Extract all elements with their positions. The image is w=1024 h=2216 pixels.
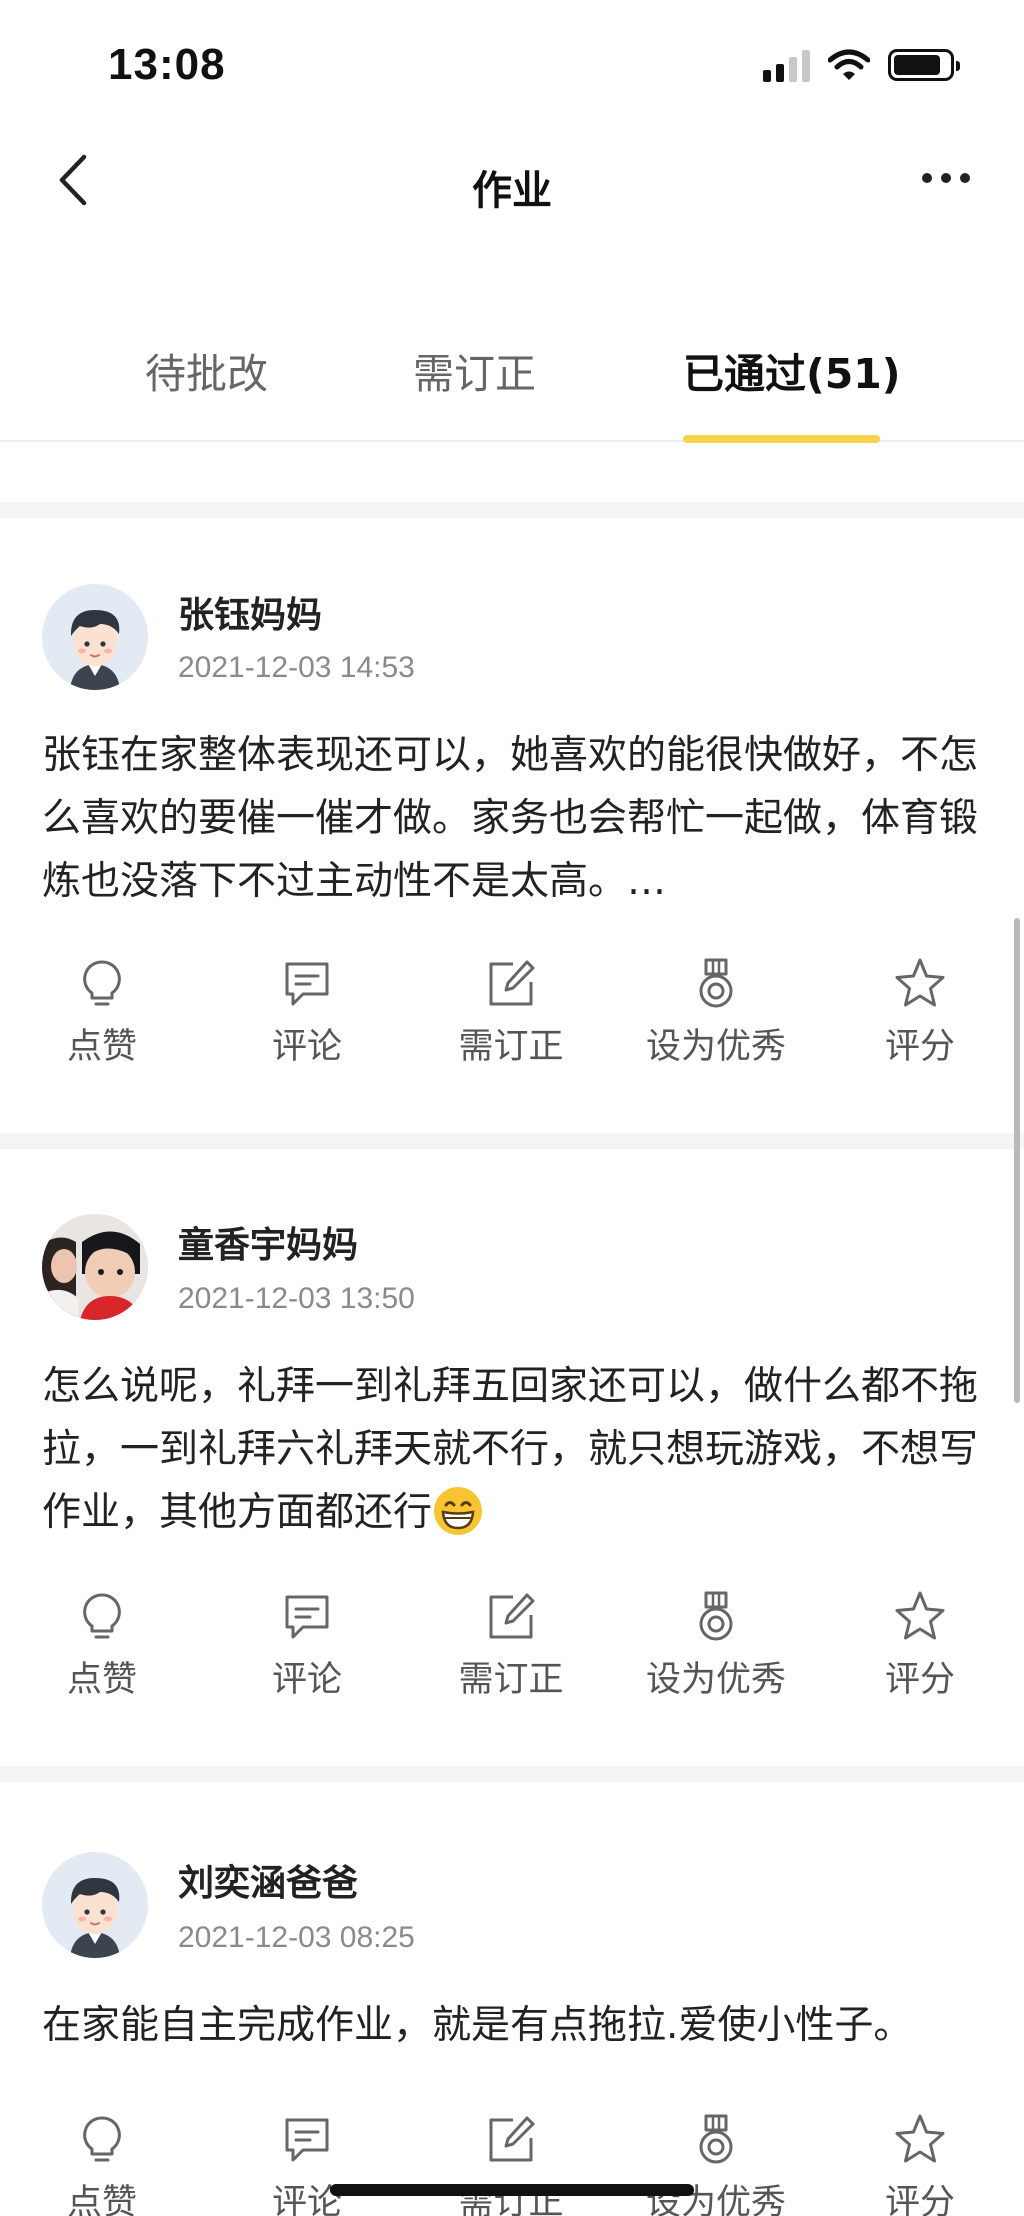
homework-post: 童香宇妈妈 2021-12-03 13:50 怎么说呢，礼拜一到礼拜五回家还可以… bbox=[0, 1149, 1024, 1763]
mark-excellent-button[interactable]: 设为优秀 bbox=[626, 1589, 806, 1702]
rate-button[interactable]: 评分 bbox=[830, 956, 1010, 1069]
like-button[interactable]: 点赞 bbox=[12, 2112, 192, 2216]
comment-icon bbox=[285, 1595, 329, 1639]
comment-label: 评论 bbox=[271, 1027, 342, 1067]
battery-icon bbox=[888, 49, 960, 81]
medal-icon bbox=[699, 2114, 733, 2164]
post-content[interactable]: 张钰在家整体表现还可以，她喜欢的能很快做好，不怎么喜欢的要催一催才做。家务也会帮… bbox=[42, 724, 992, 913]
default-avatar-icon bbox=[42, 584, 148, 690]
more-dots-icon bbox=[922, 173, 932, 183]
grinning-face-emoji-icon bbox=[434, 1487, 483, 1535]
needs-correction-button[interactable]: 需订正 bbox=[421, 1589, 601, 1702]
default-avatar-icon bbox=[42, 1852, 148, 1958]
tab-passed[interactable]: 已通过(51) bbox=[683, 340, 901, 440]
post-actions: 点赞 评论 需订正 设为优秀 评分 bbox=[0, 1589, 1024, 1709]
medal-icon bbox=[699, 1591, 733, 1641]
post-actions: 点赞 评论 需订正 设为优秀 评分 bbox=[0, 956, 1024, 1076]
wifi-icon bbox=[828, 49, 870, 80]
homework-post: 刘奕涵爸爸 2021-12-03 08:25 在家能自主完成作业，就是有点拖拉.… bbox=[0, 1782, 1024, 2216]
post-content[interactable]: 在家能自主完成作业，就是有点拖拉.爱使小性子。 bbox=[42, 1994, 992, 2057]
section-divider bbox=[0, 1133, 1024, 1149]
rate-button[interactable]: 评分 bbox=[830, 2112, 1010, 2216]
star-icon bbox=[895, 1591, 945, 1640]
mark-excellent-button[interactable]: 设为优秀 bbox=[626, 956, 806, 1069]
section-divider bbox=[0, 502, 1024, 518]
avatar[interactable] bbox=[42, 1214, 148, 1320]
status-time: 13:08 bbox=[108, 40, 226, 89]
star-icon bbox=[895, 2114, 945, 2163]
post-timestamp: 2021-12-03 13:50 bbox=[178, 1282, 415, 1315]
avatar[interactable] bbox=[42, 584, 148, 690]
edit-icon bbox=[489, 1593, 535, 1639]
comment-button[interactable]: 评论 bbox=[217, 2112, 397, 2216]
rate-label: 评分 bbox=[884, 1027, 955, 1067]
edit-icon bbox=[489, 960, 535, 1006]
comment-button[interactable]: 评论 bbox=[217, 1589, 397, 1702]
active-tab-indicator bbox=[683, 435, 880, 443]
more-dot bbox=[960, 173, 970, 183]
rate-button[interactable]: 评分 bbox=[830, 1589, 1010, 1702]
comment-icon bbox=[285, 2118, 329, 2162]
needs-correction-label: 需订正 bbox=[458, 1027, 564, 1067]
user-photo-avatar bbox=[42, 1214, 148, 1320]
like-button[interactable]: 点赞 bbox=[12, 956, 192, 1069]
needs-correction-label: 需订正 bbox=[458, 1660, 564, 1700]
comment-button[interactable]: 评论 bbox=[217, 956, 397, 1069]
author-name: 刘奕涵爸爸 bbox=[178, 1863, 359, 1904]
lightbulb-icon bbox=[83, 1593, 121, 1639]
medal-icon bbox=[699, 958, 733, 1008]
cellular-signal-icon bbox=[763, 48, 810, 82]
rate-label: 评分 bbox=[884, 2183, 955, 2216]
tab-pending-review[interactable]: 待批改 bbox=[145, 340, 268, 440]
homework-post: 张钰妈妈 2021-12-03 14:53 张钰在家整体表现还可以，她喜欢的能很… bbox=[0, 518, 1024, 1130]
lightbulb-icon bbox=[83, 2116, 121, 2162]
needs-correction-button[interactable]: 需订正 bbox=[421, 2112, 601, 2216]
page-title: 作业 bbox=[472, 168, 552, 214]
homework-page: 13:08 作业 待批改 需订正 已通过(51) 张钰妈妈 2021-12-03… bbox=[0, 0, 1024, 2216]
section-divider bbox=[0, 1766, 1024, 1782]
mark-excellent-button[interactable]: 设为优秀 bbox=[626, 2112, 806, 2216]
like-label: 点赞 bbox=[66, 1027, 137, 1067]
rate-label: 评分 bbox=[884, 1660, 955, 1700]
like-label: 点赞 bbox=[66, 1660, 137, 1700]
like-button[interactable]: 点赞 bbox=[12, 1589, 192, 1702]
mark-excellent-label: 设为优秀 bbox=[645, 1027, 786, 1067]
status-tabs: 待批改 需订正 已通过(51) bbox=[0, 320, 1024, 443]
needs-correction-button[interactable]: 需订正 bbox=[421, 956, 601, 1069]
status-icons bbox=[763, 48, 960, 82]
comment-icon bbox=[285, 962, 329, 1006]
edit-icon bbox=[489, 2116, 535, 2162]
avatar[interactable] bbox=[42, 1852, 148, 1958]
like-label: 点赞 bbox=[66, 2183, 137, 2216]
post-content[interactable]: 怎么说呢，礼拜一到礼拜五回家还可以，做什么都不拖拉，一到礼拜六礼拜天就不行，就只… bbox=[42, 1355, 992, 1544]
star-icon bbox=[895, 958, 945, 1007]
post-content-text: 怎么说呢，礼拜一到礼拜五回家还可以，做什么都不拖拉，一到礼拜六礼拜天就不行，就只… bbox=[42, 1364, 979, 1535]
vertical-scrollbar[interactable] bbox=[1014, 918, 1020, 1403]
author-name: 张钰妈妈 bbox=[178, 595, 323, 636]
navigation-bar: 作业 bbox=[0, 130, 1024, 230]
mark-excellent-label: 设为优秀 bbox=[645, 1660, 786, 1700]
status-bar: 13:08 bbox=[0, 0, 1024, 130]
home-indicator[interactable] bbox=[330, 2184, 694, 2196]
post-actions: 点赞 评论 需订正 设为优秀 评分 bbox=[0, 2112, 1024, 2216]
more-dot bbox=[941, 173, 951, 183]
more-options-button[interactable] bbox=[916, 158, 976, 198]
comment-label: 评论 bbox=[271, 1660, 342, 1700]
author-name: 童香宇妈妈 bbox=[178, 1225, 359, 1266]
post-timestamp: 2021-12-03 14:53 bbox=[178, 651, 415, 684]
post-timestamp: 2021-12-03 08:25 bbox=[178, 1921, 415, 1954]
lightbulb-icon bbox=[83, 960, 121, 1006]
tab-needs-correction[interactable]: 需订正 bbox=[413, 340, 536, 440]
